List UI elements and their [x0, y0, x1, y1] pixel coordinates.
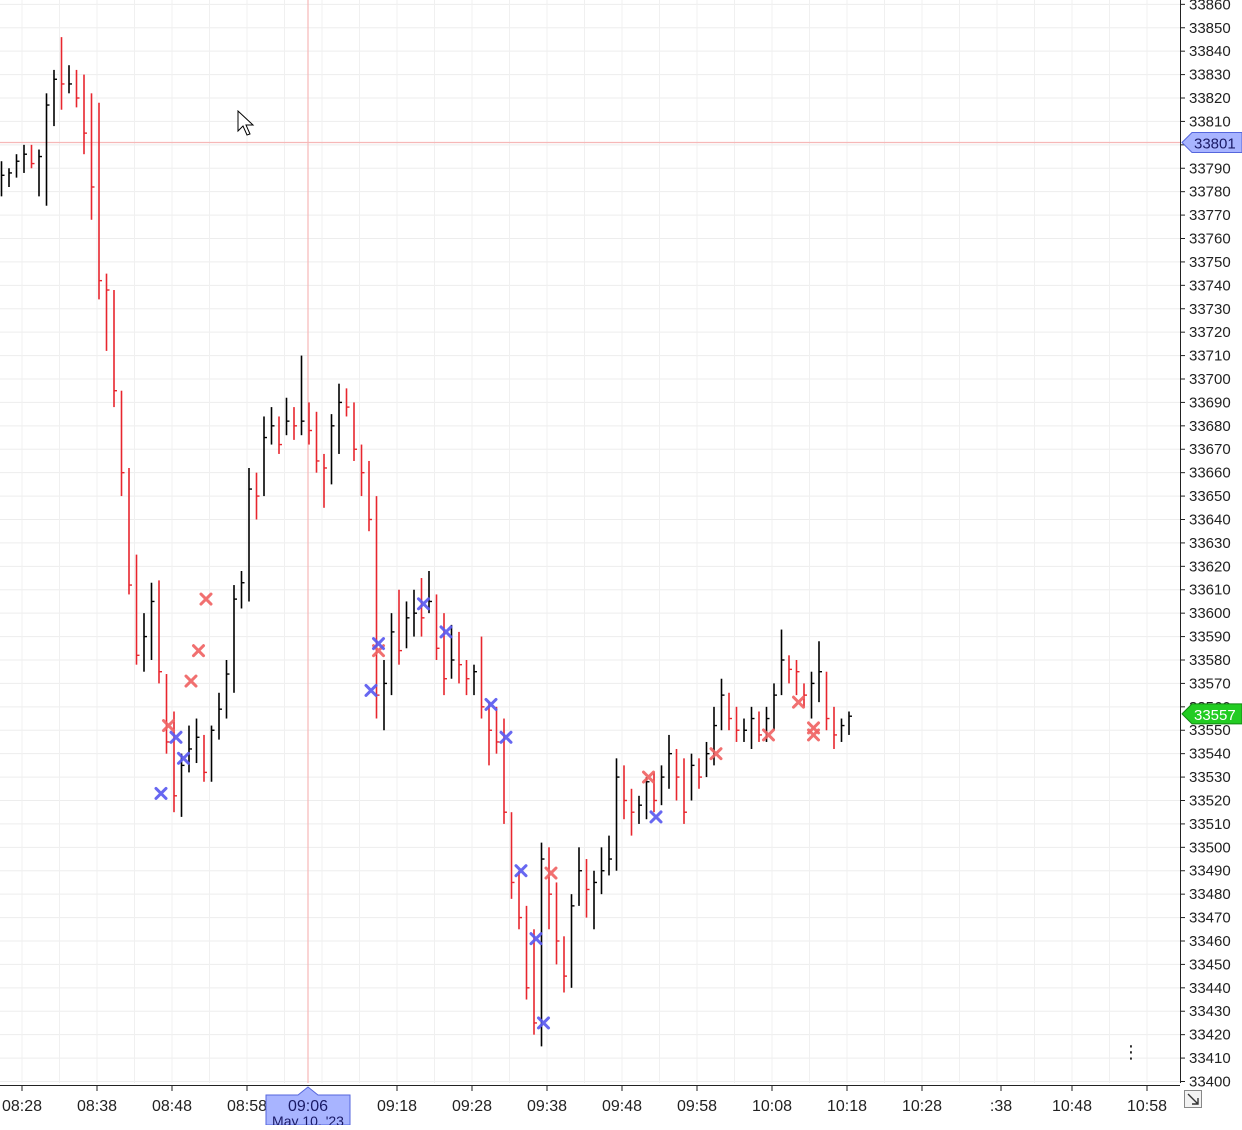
price-tick-label: 33690	[1189, 394, 1231, 411]
time-tick-label: 08:58	[227, 1098, 267, 1115]
resize-corner-button[interactable]	[1184, 1090, 1202, 1108]
price-tick-label: 33540	[1189, 746, 1231, 763]
price-tick-label: 33770	[1189, 207, 1231, 224]
time-tick-label: 10:08	[752, 1098, 792, 1115]
time-tick-label: 09:48	[602, 1098, 642, 1115]
price-tick-label: 33520	[1189, 792, 1231, 809]
price-tick-label: 33470	[1189, 910, 1231, 927]
time-tick-label: 09:58	[677, 1098, 717, 1115]
price-tick-label: 33600	[1189, 605, 1231, 622]
price-tick-label: 33570	[1189, 675, 1231, 692]
price-tick-label: 33790	[1189, 160, 1231, 177]
price-chart[interactable]: 33400 33410 33420 33430 33440 33450 33460 33470…	[0, 0, 1242, 1129]
price-tick-label: 33730	[1189, 301, 1231, 318]
price-tick-label: 33450	[1189, 956, 1231, 973]
time-tick-label: 09:18	[377, 1098, 417, 1115]
price-tick-label: 33500	[1189, 839, 1231, 856]
time-tick-label: 08:48	[152, 1098, 192, 1115]
price-tick-label: 33400	[1189, 1073, 1231, 1090]
price-tick-label: 33650	[1189, 488, 1231, 505]
price-tick-label: 33750	[1189, 254, 1231, 271]
time-tick-label: 10:48	[1052, 1098, 1092, 1115]
price-tick-label: 33530	[1189, 769, 1231, 786]
price-tick-label: 33620	[1189, 558, 1231, 575]
more-options-icon[interactable]: ⋮	[1122, 1042, 1140, 1062]
time-tick-label: :38	[990, 1098, 1012, 1115]
price-tick-label: 33850	[1189, 20, 1231, 37]
price-tick-label: 33640	[1189, 511, 1231, 528]
price-tick-label: 33580	[1189, 652, 1231, 669]
last-price-label: 33557	[1194, 707, 1236, 724]
price-tick-label: 33550	[1189, 722, 1231, 739]
price-tick-label: 33420	[1189, 1027, 1231, 1044]
price-tick-label: 33710	[1189, 348, 1231, 365]
time-tick-label: 08:38	[77, 1098, 117, 1115]
price-tick-label: 33830	[1189, 67, 1231, 84]
price-tick-label: 33490	[1189, 863, 1231, 880]
time-tick-label: 10:58	[1127, 1098, 1167, 1115]
chart-canvas[interactable]: 33400 33410 33420 33430 33440 33450 33460 33470…	[0, 0, 1242, 1129]
price-tick-label: 33680	[1189, 418, 1231, 435]
price-tick-label: 33700	[1189, 371, 1231, 388]
time-tick-label: 10:28	[902, 1098, 942, 1115]
price-tick-label: 33760	[1189, 231, 1231, 248]
price-tick-label: 33670	[1189, 441, 1231, 458]
price-tick-label: 33630	[1189, 535, 1231, 552]
price-tick-label: 33780	[1189, 184, 1231, 201]
time-tick-label: 08:28	[2, 1098, 42, 1115]
time-tick-label: 09:28	[452, 1098, 492, 1115]
price-tick-label: 33810	[1189, 113, 1231, 130]
price-tick-label: 33840	[1189, 43, 1231, 60]
price-tick-label: 33740	[1189, 277, 1231, 294]
price-tick-label: 33480	[1189, 886, 1231, 903]
price-tick-label: 33820	[1189, 90, 1231, 107]
price-tick-label: 33460	[1189, 933, 1231, 950]
price-tick-label: 33410	[1189, 1050, 1231, 1067]
price-tick-label: 33660	[1189, 465, 1231, 482]
price-tick-label: 33860	[1189, 0, 1231, 13]
price-tick-label: 33440	[1189, 980, 1231, 997]
time-tick-label: 09:38	[527, 1098, 567, 1115]
price-tick-label: 33430	[1189, 1003, 1231, 1020]
crosshair-date-label: May 10, '23	[272, 1113, 344, 1125]
diagonal-arrow-icon	[1184, 1090, 1202, 1108]
price-tick-label: 33510	[1189, 816, 1231, 833]
price-tick-label: 33610	[1189, 582, 1231, 599]
price-tick-label: 33590	[1189, 629, 1231, 646]
crosshair-price-label: 33801	[1194, 135, 1236, 152]
price-tick-label: 33720	[1189, 324, 1231, 341]
time-tick-label: 10:18	[827, 1098, 867, 1115]
